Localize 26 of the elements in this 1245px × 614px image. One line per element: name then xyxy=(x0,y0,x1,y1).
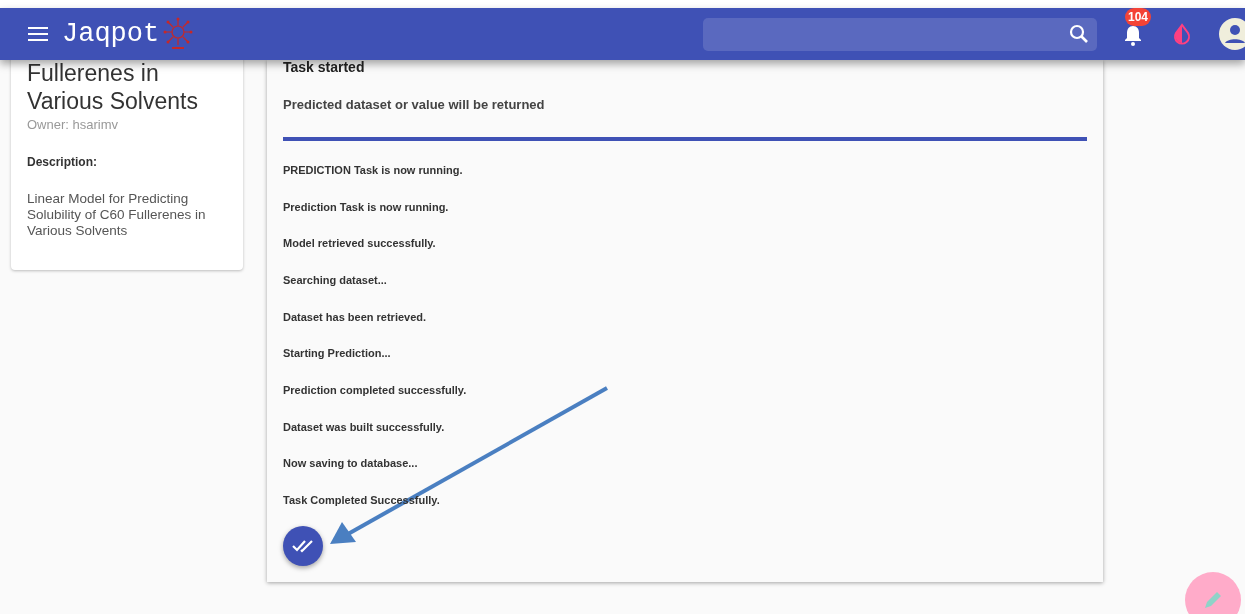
task-message: Searching dataset... xyxy=(283,273,387,286)
logo-icon xyxy=(163,17,194,51)
menu-icon[interactable] xyxy=(28,27,48,41)
search-icon[interactable] xyxy=(1069,23,1089,44)
task-message: Starting Prediction... xyxy=(283,347,391,360)
model-title: Fullerenes in Various Solvents xyxy=(27,60,199,116)
done-button[interactable] xyxy=(283,525,323,566)
task-message: Now saving to database... xyxy=(283,457,418,470)
task-message: Prediction Task is now running. xyxy=(283,200,449,213)
app-title[interactable]: Jaqpot xyxy=(62,13,160,55)
task-message: PREDICTION Task is now running. xyxy=(283,163,463,176)
description-text: Linear Model for Predicting Solubility of C60 Fullerenes in Various Solvents xyxy=(27,190,207,239)
pencil-icon xyxy=(1202,589,1224,611)
task-message: Dataset was built successfully. xyxy=(283,420,445,433)
double-check-icon xyxy=(292,538,314,553)
dialog-subtitle: Predicted dataset or value will be returned xyxy=(283,96,546,115)
account-icon[interactable] xyxy=(1219,18,1245,50)
notification-badge: 104 xyxy=(1125,8,1152,27)
task-message: Model retrieved successfully. xyxy=(283,237,436,250)
bell-icon[interactable] xyxy=(1123,23,1143,46)
search-field[interactable] xyxy=(703,17,1097,51)
owner-label: Owner: hsarimv xyxy=(27,116,120,135)
dialog-title: Task started xyxy=(283,60,366,76)
task-message: Prediction completed successfully. xyxy=(283,384,467,396)
task-message: Dataset has been retrieved. xyxy=(283,310,427,323)
description-label: Description: xyxy=(27,153,98,171)
